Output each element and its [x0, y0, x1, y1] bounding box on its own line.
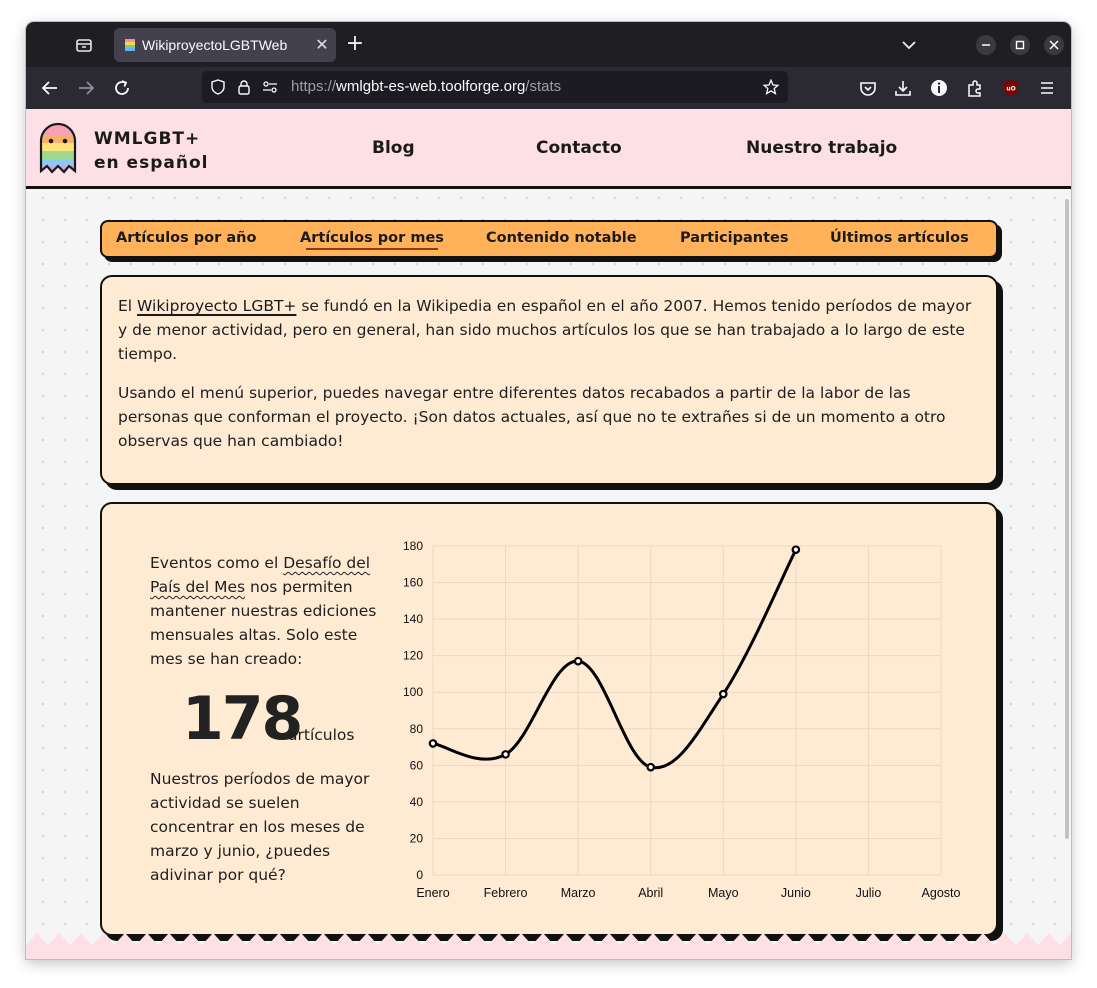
url-host: wmlgbt-es-web.toolforge.org — [336, 78, 526, 95]
ublock-shield-icon[interactable]: uO — [1001, 78, 1021, 98]
url-scheme: https:// — [291, 78, 337, 95]
intro-paragraph-1: El Wikiproyecto LGBT+ se fundó en la Wik… — [118, 294, 980, 366]
chart-x-tick-label: Mayo — [708, 886, 739, 900]
tab-list-icon[interactable] — [74, 35, 94, 55]
reload-icon[interactable] — [112, 78, 132, 98]
page-scrollbar[interactable] — [1065, 199, 1069, 839]
url-path: /stats — [525, 78, 562, 95]
maximize-icon — [1015, 40, 1025, 50]
back-arrow-icon[interactable] — [40, 78, 60, 98]
chart-x-tick-label: Julio — [856, 886, 882, 900]
url-bar[interactable]: https://wmlgbt-es-web.toolforge.org/stat… — [202, 71, 788, 103]
minimize-icon — [982, 44, 990, 46]
chart-x-tick-label: Junio — [781, 886, 811, 900]
pocket-icon[interactable] — [858, 78, 878, 98]
intro-p1-before: El — [118, 297, 138, 315]
svg-text:uO: uO — [1006, 86, 1015, 93]
chart-x-tick-label: Abril — [638, 886, 663, 900]
chart-data-point — [428, 739, 438, 748]
site-brand[interactable]: WMLGBT+ en español — [94, 127, 208, 175]
subnav-articulos-por-ano[interactable]: Artículos por año — [116, 230, 256, 246]
chart-y-tick-label: 140 — [403, 612, 423, 626]
chart-y-tick-label: 20 — [410, 831, 424, 845]
subnav-contenido-notable[interactable]: Contenido notable — [486, 230, 637, 246]
bookmark-star-icon[interactable] — [763, 79, 779, 95]
chart-x-tick-label: Enero — [416, 886, 449, 900]
url-text[interactable]: https://wmlgbt-es-web.toolforge.org/stat… — [291, 78, 561, 95]
brand-line-2: en español — [94, 153, 209, 173]
maximize-button[interactable] — [1010, 35, 1030, 55]
lock-icon[interactable] — [236, 79, 252, 95]
browser-window: WikiproyectoLGBTWeb ✕ + https://wmlgbt-e… — [26, 22, 1071, 959]
ghost-favicon-icon — [125, 39, 135, 51]
chevron-down-icon[interactable] — [900, 36, 918, 54]
chart-y-tick-label: 100 — [403, 685, 423, 699]
monthly-stats-card: Eventos como el Desafío del País del Mes… — [100, 502, 998, 936]
nav-contacto-link[interactable]: Contacto — [536, 138, 622, 158]
download-icon[interactable] — [893, 78, 913, 98]
close-tab-icon[interactable]: ✕ — [314, 37, 330, 53]
intro-paragraph-2: Usando el menú superior, puedes navegar … — [118, 384, 946, 450]
chart-x-tick-label: Marzo — [561, 886, 596, 900]
chart-x-tick-label: Febrero — [484, 886, 528, 900]
chart-data-point — [573, 656, 583, 666]
decorative-zigzag-border — [26, 933, 1071, 959]
chart-data-point — [791, 545, 801, 554]
chart-y-tick-label: 120 — [403, 649, 423, 663]
extensions-puzzle-icon[interactable] — [965, 78, 985, 98]
minimize-button[interactable] — [976, 35, 996, 55]
chart-y-tick-label: 60 — [410, 758, 424, 772]
new-tab-button[interactable]: + — [344, 33, 366, 56]
tab-active[interactable]: WikiproyectoLGBTWeb ✕ — [114, 28, 336, 62]
chart-y-tick-label: 80 — [410, 722, 424, 736]
chart-x-tick-label: Agosto — [922, 886, 961, 900]
close-window-button[interactable] — [1044, 35, 1064, 55]
subnav-articulos-por-mes[interactable]: Artículos por mes — [300, 230, 444, 250]
chart-data-point — [501, 750, 510, 759]
site-header: WMLGBT+ en español Blog Contacto Nuestro… — [26, 109, 1071, 189]
web-page: WMLGBT+ en español Blog Contacto Nuestro… — [26, 109, 1071, 959]
shield-icon[interactable] — [210, 79, 226, 95]
nav-nuestro-trabajo-link[interactable]: Nuestro trabajo — [746, 138, 897, 158]
rainbow-ghost-logo-icon[interactable] — [38, 121, 78, 175]
intro-card: El Wikiproyecto LGBT+ se fundó en la Wik… — [100, 275, 998, 485]
tab-title: WikiproyectoLGBTWeb — [142, 37, 288, 53]
subnav-participantes[interactable]: Participantes — [680, 230, 789, 246]
chart-y-tick-label: 40 — [410, 795, 424, 809]
brand-line-1: WMLGBT+ — [94, 129, 201, 149]
navigation-toolbar: https://wmlgbt-es-web.toolforge.org/stat… — [26, 67, 1071, 109]
stats-subnav: Artículos por año Artículos por mes Cont… — [100, 220, 998, 258]
chart-y-tick-label: 0 — [416, 868, 423, 882]
tab-strip: WikiproyectoLGBTWeb ✕ + — [26, 22, 1071, 67]
nav-blog-link[interactable]: Blog — [372, 138, 415, 158]
close-icon — [1049, 40, 1059, 50]
chart-y-tick-label: 160 — [403, 576, 423, 590]
subnav-ultimos-articulos[interactable]: Últimos artículos — [830, 230, 969, 246]
forward-arrow-icon[interactable] — [76, 78, 96, 98]
chart-y-tick-label: 180 — [403, 539, 423, 553]
info-extension-icon[interactable] — [929, 78, 949, 98]
permissions-icon[interactable] — [262, 79, 278, 95]
chart-data-point — [646, 762, 656, 772]
hamburger-menu-icon[interactable] — [1037, 78, 1057, 98]
monthly-articles-chart: 0 20 40 60 80 100 120 140 160 180 Enero Febrero Marz… — [403, 539, 961, 900]
chart-data-point — [718, 689, 728, 699]
wikiproyecto-link[interactable]: Wikiproyecto LGBT+ — [137, 297, 296, 315]
